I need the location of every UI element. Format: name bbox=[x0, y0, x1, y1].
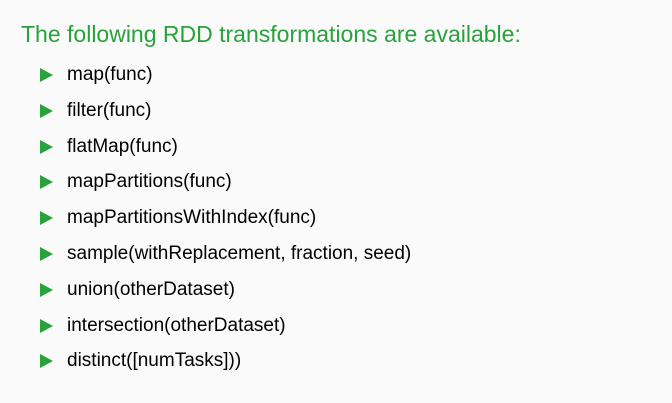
list-item-label: filter(func) bbox=[67, 99, 152, 121]
list-item-label: map(func) bbox=[67, 64, 153, 85]
triangle-right-icon bbox=[40, 68, 53, 82]
list-item: sample(withReplacement, fraction, seed) bbox=[40, 243, 411, 279]
list-item: mapPartitions(func) bbox=[40, 171, 411, 207]
triangle-right-icon bbox=[40, 318, 53, 333]
list-item-label: mapPartitions(func) bbox=[67, 171, 232, 193]
list-item-label: mapPartitionsWithIndex(func) bbox=[67, 207, 317, 229]
list-item: map(func) bbox=[40, 64, 411, 100]
list-item: mapPartitionsWithIndex(func) bbox=[40, 207, 411, 243]
triangle-right-icon bbox=[40, 282, 53, 297]
triangle-right-icon bbox=[40, 354, 53, 369]
list-item: intersection(otherDataset) bbox=[40, 315, 411, 351]
list-item-label: sample(withReplacement, fraction, seed) bbox=[67, 242, 412, 264]
list-item-label: distinct([numTasks])) bbox=[67, 350, 242, 372]
list-item-label: intersection(otherDataset) bbox=[67, 314, 286, 336]
triangle-right-icon bbox=[40, 246, 53, 261]
triangle-right-icon bbox=[40, 103, 53, 118]
list-item: union(otherDataset) bbox=[40, 279, 411, 315]
list-item: flatMap(func) bbox=[40, 136, 411, 172]
list-item: filter(func) bbox=[40, 100, 411, 136]
list-item: distinct([numTasks])) bbox=[40, 350, 411, 386]
triangle-right-icon bbox=[40, 175, 53, 190]
triangle-right-icon bbox=[40, 139, 53, 154]
transformations-list: map(func) filter(func) flatMap(func) map… bbox=[40, 64, 411, 386]
triangle-right-icon bbox=[40, 211, 53, 226]
list-item-label: union(otherDataset) bbox=[67, 278, 235, 300]
list-item-label: flatMap(func) bbox=[67, 135, 178, 157]
slide-heading: The following RDD transformations are av… bbox=[21, 21, 521, 47]
